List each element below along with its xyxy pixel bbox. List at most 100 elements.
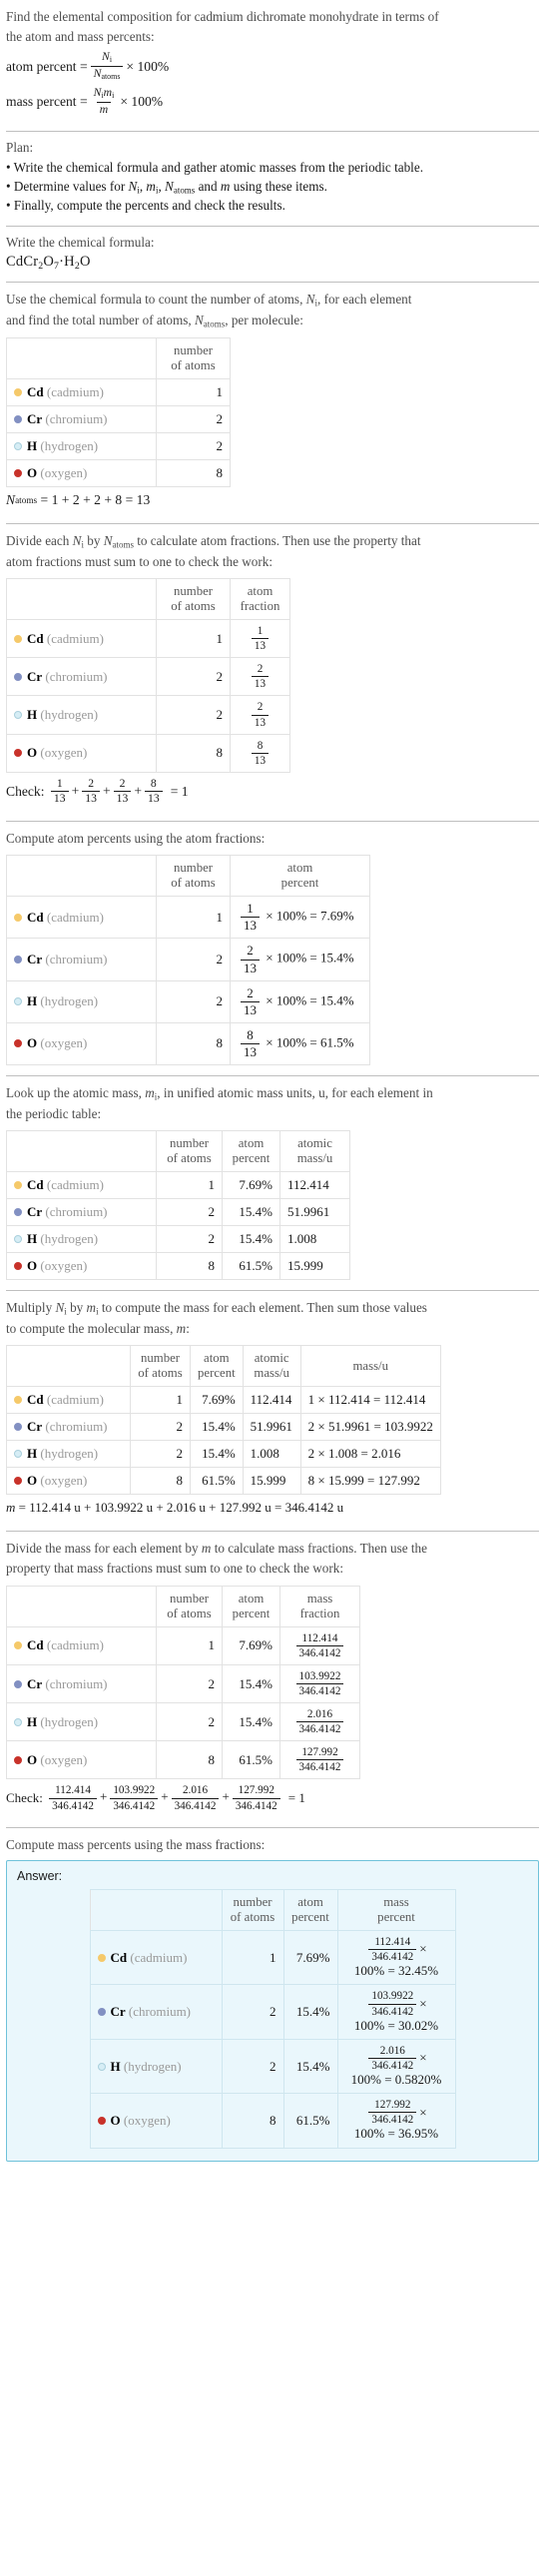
atom-percent-table: number of atoms atom percent Cd (cadmium) 1… xyxy=(6,855,370,1065)
atom-fraction-value: 8 13 xyxy=(230,733,290,773)
fraction-numerator: 112.414 xyxy=(374,1936,411,1949)
atom-percent-value: 61.5% xyxy=(190,1467,244,1496)
atom-percent-value: 61.5% xyxy=(282,2093,338,2149)
fraction-numerator: 2.016 xyxy=(306,1708,333,1721)
atomic-mass-value: 1.008 xyxy=(242,1440,301,1469)
element-symbol: O xyxy=(27,1473,38,1489)
atom-count-value: 8 xyxy=(156,458,231,487)
fraction-numerator: 8 xyxy=(150,776,157,790)
table-row: Cd (cadmium) 1 1 13 × 100% = 7.69% xyxy=(6,896,370,940)
fraction-numerator: 8 xyxy=(257,739,264,752)
fraction-numerator: 2.016 xyxy=(379,2044,405,2057)
element-long-name: (oxygen) xyxy=(40,1473,88,1489)
fraction: 2 13 xyxy=(113,777,132,806)
atom-percent-label: atom percent = xyxy=(6,58,88,74)
header-number-of-atoms: number of atoms xyxy=(156,855,231,898)
element-long-name: (oxygen) xyxy=(123,2112,171,2128)
fraction-denominator: 13 xyxy=(241,917,260,933)
element-symbol: Cd xyxy=(27,383,44,399)
table-row: Cd (cadmium) 1 7.69% 112.414 xyxy=(6,1170,350,1199)
check-label: Check: xyxy=(6,783,45,799)
element-symbol: Cd xyxy=(27,1392,44,1408)
element-long-name: (chromium) xyxy=(45,668,108,684)
table-header-row: number of atoms xyxy=(6,336,231,379)
plan-heading: Plan: xyxy=(6,140,34,156)
element-long-name: (cadmium) xyxy=(46,1176,104,1192)
table-row: Cr (chromium) 2 15.4% 103.9922 346.4142 xyxy=(6,1663,360,1704)
element-color-dot-h xyxy=(14,997,22,1006)
fraction-prompt-line1: Divide each Ni by Natoms to calculate at… xyxy=(6,532,421,550)
element-symbol: H xyxy=(27,1713,38,1729)
atomic-mass-value: 112.414 xyxy=(242,1386,301,1415)
atomic-mass-value: 15.999 xyxy=(242,1467,301,1496)
atom-count-value: 8 xyxy=(156,1251,223,1280)
fraction: 112.414 346.4142 xyxy=(368,1936,417,1963)
table-row: H (hydrogen) 2 2 13 xyxy=(6,695,290,735)
element-name-cell: H (hydrogen) xyxy=(89,2038,223,2095)
atom-percent-value: 7.69% xyxy=(222,1625,280,1666)
table-row: Cr (chromium) 2 2 13 xyxy=(6,657,290,697)
table-row: O (oxygen) 8 61.5% 15.999 xyxy=(6,1251,350,1280)
element-long-name: (hydrogen) xyxy=(40,993,99,1009)
composition-worksheet: Find the elemental composition for cadmi… xyxy=(0,0,545,2182)
fraction-denominator: 13 xyxy=(251,638,270,652)
check-result: = 1 xyxy=(170,783,189,799)
formula-part-h2o: ·H xyxy=(59,254,75,271)
atom-count-value: 2 xyxy=(156,404,231,433)
mass-percent-expression: 112.414 346.4142 × 100% = 32.45% xyxy=(336,1930,456,1986)
header-atom-fraction: atom fraction xyxy=(230,577,290,621)
atom-percent-expression: 8 13 × 100% = 61.5% xyxy=(230,1021,370,1065)
mass-prompt-line1: Multiply Ni by mi to compute the mass fo… xyxy=(6,1299,427,1317)
header-number-of-atoms: number of atoms xyxy=(156,336,231,379)
element-symbol: O xyxy=(27,745,38,761)
fraction-numerator: 103.9922 xyxy=(371,1990,414,2003)
times-sign: × xyxy=(419,1995,427,2011)
header-number-of-atoms: number of atoms xyxy=(156,1129,223,1172)
mass-percent-result: 100% = 0.5820% xyxy=(350,2072,442,2087)
element-color-dot-cr xyxy=(14,956,22,964)
table-row: H (hydrogen) 2 2 13 × 100% = 15.4% xyxy=(6,979,370,1023)
atom-percent-value: 15.4% xyxy=(190,1440,244,1469)
atom-percent-value: 15.4% xyxy=(222,1663,280,1704)
element-color-dot-h xyxy=(97,2062,106,2071)
table-row: O (oxygen) 8 61.5% 15.999 8 × 15.999 = 127.9… xyxy=(6,1467,441,1496)
atom-count-value: 2 xyxy=(156,1702,223,1742)
element-symbol: Cd xyxy=(110,1949,128,1965)
element-symbol: Cr xyxy=(27,668,43,684)
mass-percent-result: 100% = 30.02% xyxy=(353,2017,439,2033)
atomic-mass-table: number of atoms atom percent atomic mass/u … xyxy=(6,1129,350,1280)
table-row: Cr (chromium) 2 15.4% 103.9922 346.4142 × 100%… xyxy=(89,1984,456,2040)
mass-fraction-section: Divide the mass for each element by m to… xyxy=(6,1532,539,1826)
element-long-name: (cadmium) xyxy=(46,383,104,399)
fraction: 103.9922 346.4142 xyxy=(295,1670,344,1697)
header-number-of-atoms: number of atoms xyxy=(130,1345,191,1388)
plus-sign: + xyxy=(102,783,111,798)
table-header-row: number of atoms atom fraction xyxy=(6,577,290,621)
element-name-cell: O (oxygen) xyxy=(6,1467,131,1496)
atomic-mass-value: 1.008 xyxy=(279,1224,350,1253)
table-row: Cd (cadmium) 1 7.69% 112.414 346.4142 xyxy=(6,1625,360,1666)
atomic-mass-value: 112.414 xyxy=(279,1170,350,1199)
formula-section: Write the chemical formula: CdCr2O7·H2O xyxy=(6,227,539,282)
mass-percent-table: number of atoms atom percent mass percent C… xyxy=(89,1888,456,2149)
atom-percent-value: 15.4% xyxy=(282,1984,338,2040)
mass-percent-expression: 2.016 346.4142 × 100% = 0.5820% xyxy=(336,2038,456,2095)
element-long-name: (hydrogen) xyxy=(40,707,99,723)
element-long-name: (hydrogen) xyxy=(40,1713,99,1729)
plan-bullet-2-mid: and xyxy=(195,179,221,195)
element-symbol: H xyxy=(27,707,38,723)
table-row: H (hydrogen) 2 15.4% 2.016 346.4142 xyxy=(6,1702,360,1742)
element-name-cell: Cd (cadmium) xyxy=(6,619,157,659)
fraction: 1 13 xyxy=(251,625,270,652)
element-long-name: (chromium) xyxy=(45,1675,108,1691)
mass-percent-section: Compute mass percents using the mass fra… xyxy=(6,1828,539,2172)
table-header-row: number of atoms atom percent mass percent xyxy=(89,1888,456,1932)
header-number-of-atoms: number of atoms xyxy=(221,1888,284,1932)
mass-fraction-table: number of atoms atom percent mass fraction … xyxy=(6,1585,360,1780)
fraction-denominator: 346.4142 xyxy=(368,2003,417,2018)
element-name-cell: Cr (chromium) xyxy=(6,1197,157,1226)
element-name-cell: H (hydrogen) xyxy=(6,695,157,735)
mass-fraction-value: 112.414 346.4142 xyxy=(279,1625,360,1666)
fraction: 2 13 xyxy=(241,944,260,974)
formula-part-o: O xyxy=(43,254,55,271)
